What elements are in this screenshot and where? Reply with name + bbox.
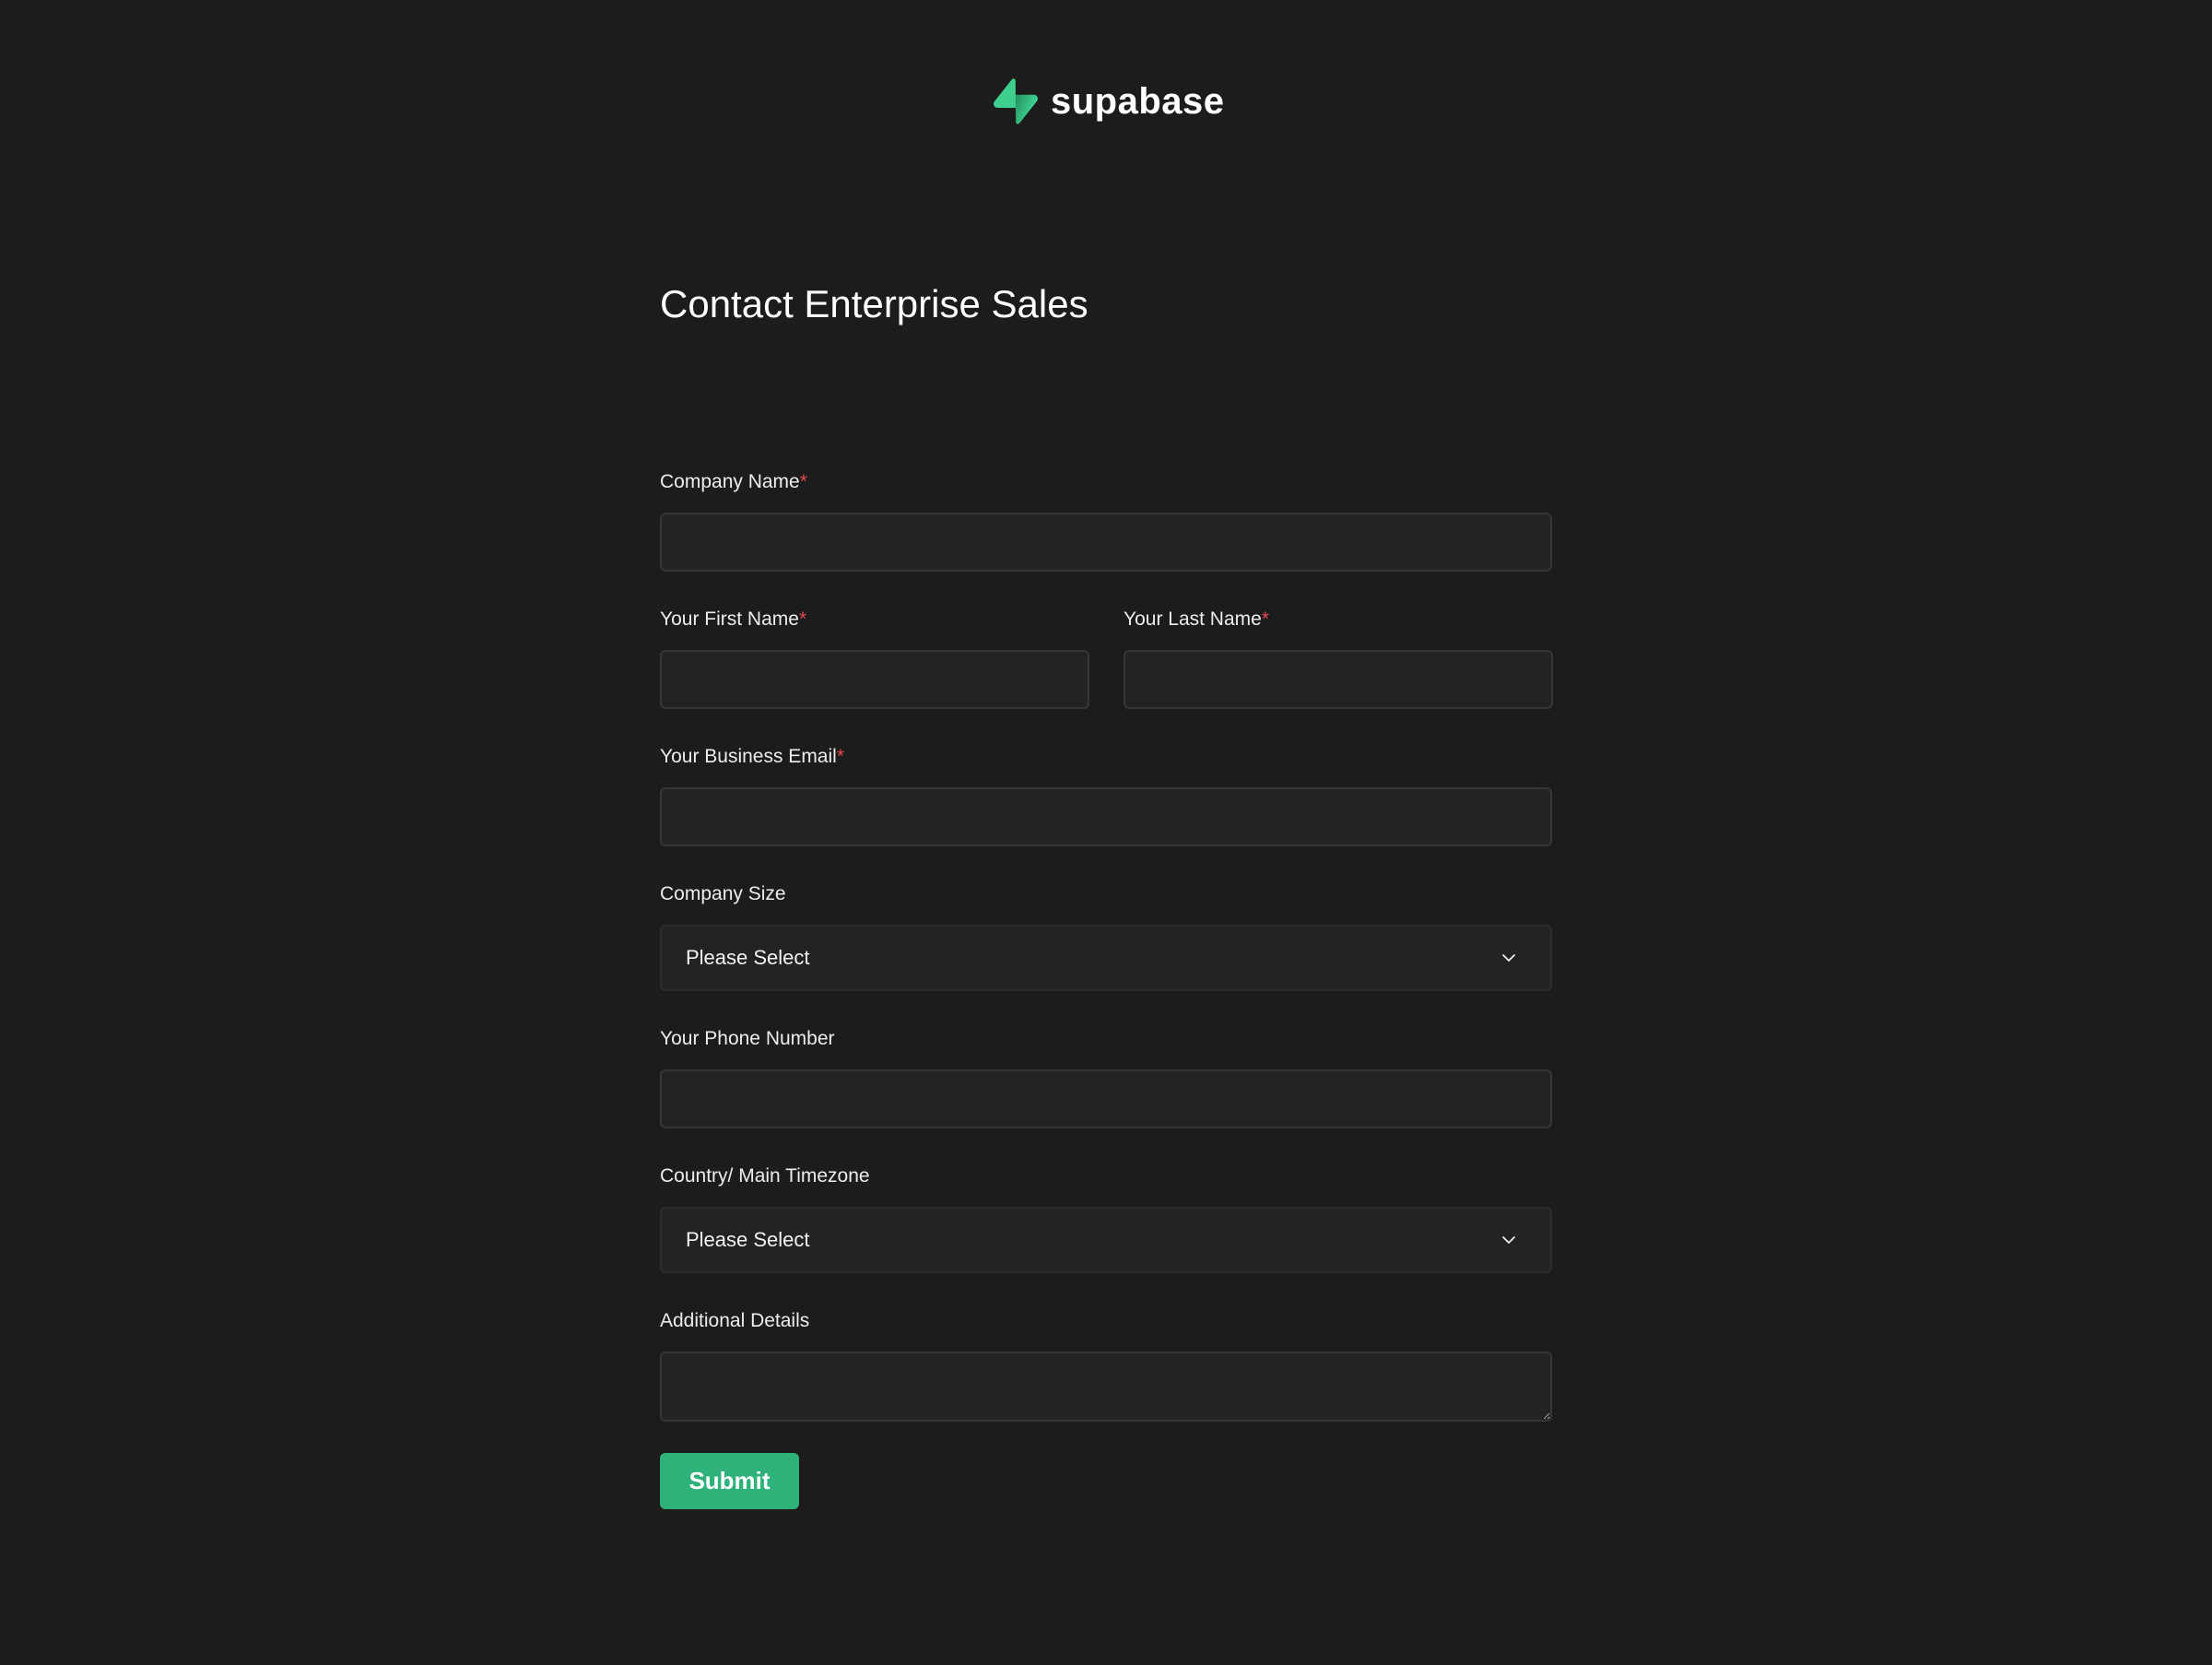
last-name-input[interactable]	[1124, 650, 1553, 709]
first-name-field: Your First Name*	[660, 606, 1089, 709]
phone-number-label: Your Phone Number	[660, 1028, 835, 1049]
supabase-bolt-icon	[994, 78, 1038, 124]
phone-number-input[interactable]	[660, 1069, 1552, 1128]
company-size-selected-value: Please Select	[686, 946, 810, 969]
brand-name: supabase	[1051, 81, 1225, 122]
first-name-input[interactable]	[660, 650, 1089, 709]
company-name-label-text: Company Name	[660, 471, 800, 492]
timezone-field: Country/ Main Timezone Please Select	[660, 1163, 1552, 1273]
brand-logo[interactable]: supabase	[994, 77, 1225, 125]
page-title: Contact Enterprise Sales	[660, 282, 1088, 325]
last-name-label: Your Last Name*	[1124, 606, 1553, 633]
submit-button[interactable]: Submit	[660, 1453, 799, 1509]
phone-number-field: Your Phone Number	[660, 1025, 1552, 1128]
required-mark: *	[836, 746, 845, 767]
additional-details-textarea[interactable]	[660, 1352, 1552, 1422]
timezone-select[interactable]: Please Select	[660, 1207, 1552, 1273]
business-email-label: Your Business Email*	[660, 743, 1552, 771]
timezone-selected-value: Please Select	[686, 1228, 810, 1251]
chevron-down-icon	[1502, 954, 1515, 962]
business-email-field: Your Business Email*	[660, 743, 1552, 846]
company-size-select[interactable]: Please Select	[660, 925, 1552, 991]
company-name-field: Company Name*	[660, 468, 1552, 572]
company-name-label: Company Name*	[660, 468, 1552, 496]
required-mark: *	[799, 471, 807, 492]
required-mark: *	[1261, 608, 1269, 630]
company-size-field: Company Size Please Select	[660, 880, 1552, 991]
page: supabase Contact Enterprise Sales Compan…	[0, 0, 2212, 1665]
last-name-label-text: Your Last Name	[1124, 608, 1262, 630]
required-mark: *	[798, 608, 807, 630]
company-size-label: Company Size	[660, 883, 786, 904]
timezone-label: Country/ Main Timezone	[660, 1165, 870, 1187]
first-name-label-text: Your First Name	[660, 608, 799, 630]
chevron-down-icon	[1502, 1236, 1515, 1244]
business-email-input[interactable]	[660, 787, 1552, 846]
company-name-input[interactable]	[660, 513, 1552, 572]
business-email-label-text: Your Business Email	[660, 746, 837, 767]
last-name-field: Your Last Name*	[1124, 606, 1553, 709]
first-name-label: Your First Name*	[660, 606, 1089, 633]
additional-details-field: Additional Details	[660, 1307, 1552, 1422]
additional-details-label: Additional Details	[660, 1310, 810, 1331]
contact-form: Contact Enterprise Sales Company Name* Y…	[660, 267, 1553, 1509]
